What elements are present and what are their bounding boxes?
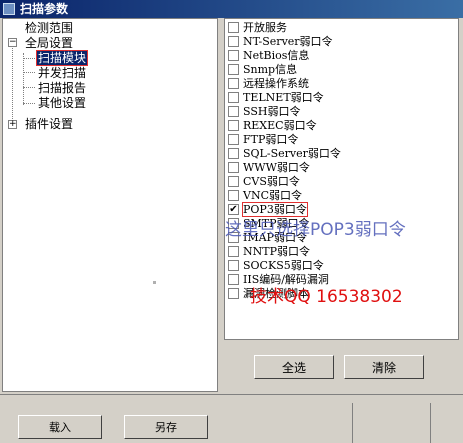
checkbox-icon[interactable] — [228, 260, 239, 271]
selection-buttons: 全选 清除 — [224, 342, 459, 392]
tree-line — [23, 53, 24, 105]
checkbox-icon[interactable] — [228, 274, 239, 285]
contact-annotation: 技术QQ 16538302 — [250, 287, 403, 307]
checkbox-icon[interactable] — [228, 190, 239, 201]
tree-item-other-settings[interactable]: 其他设置 — [38, 96, 86, 110]
divider — [430, 403, 431, 443]
checkbox-icon[interactable] — [228, 134, 239, 145]
checkbox-icon[interactable] — [228, 148, 239, 159]
app-icon — [3, 3, 15, 15]
checkbox-icon[interactable] — [228, 176, 239, 187]
tree-item-global-settings[interactable]: 全局设置 — [25, 36, 73, 50]
clear-button[interactable]: 清除 — [344, 355, 424, 379]
checkbox-icon[interactable] — [228, 22, 239, 33]
divider — [352, 403, 353, 443]
tree-item-scan-range[interactable]: 检测范围 — [25, 21, 73, 35]
select-all-button[interactable]: 全选 — [254, 355, 334, 379]
checkbox-icon[interactable] — [228, 92, 239, 103]
checkbox-icon[interactable] — [228, 64, 239, 75]
tree-item-concurrent-scan[interactable]: 并发扫描 — [38, 66, 86, 80]
tree-line — [23, 87, 35, 88]
checkbox-icon[interactable] — [228, 246, 239, 257]
stray-dot — [153, 281, 156, 284]
tree-line — [23, 72, 35, 73]
settings-tree[interactable]: 检测范围 − 全局设置 扫描模块 并发扫描 扫描报告 其他设置 + 插件设置 — [2, 18, 218, 392]
title-bar: 扫描参数 — [0, 0, 463, 18]
checkbox-icon[interactable] — [228, 106, 239, 117]
tree-line — [23, 103, 35, 104]
tree-line — [12, 41, 13, 123]
checkbox-icon[interactable] — [228, 36, 239, 47]
checkbox-icon[interactable] — [228, 162, 239, 173]
tree-item-scan-report[interactable]: 扫描报告 — [38, 81, 86, 95]
load-button[interactable]: 载入 — [18, 415, 102, 439]
save-as-button[interactable]: 另存 — [124, 415, 208, 439]
checkbox-icon[interactable] — [228, 288, 239, 299]
collapse-icon[interactable]: − — [8, 38, 17, 47]
tree-line — [23, 58, 35, 59]
expand-icon[interactable]: + — [8, 120, 17, 129]
bottom-bar: 载入 另存 — [0, 394, 463, 443]
window-title: 扫描参数 — [20, 2, 69, 16]
instruction-annotation: 这里只选择POP3弱口令 — [225, 220, 406, 240]
checkbox-icon[interactable] — [228, 50, 239, 61]
checkbox-icon[interactable] — [228, 120, 239, 131]
checkbox-icon[interactable] — [228, 78, 239, 89]
tree-item-scan-module[interactable]: 扫描模块 — [35, 50, 89, 66]
tree-item-plugin-settings[interactable]: 插件设置 — [25, 117, 73, 131]
checkbox-checked-icon[interactable]: ✔ — [228, 204, 239, 215]
